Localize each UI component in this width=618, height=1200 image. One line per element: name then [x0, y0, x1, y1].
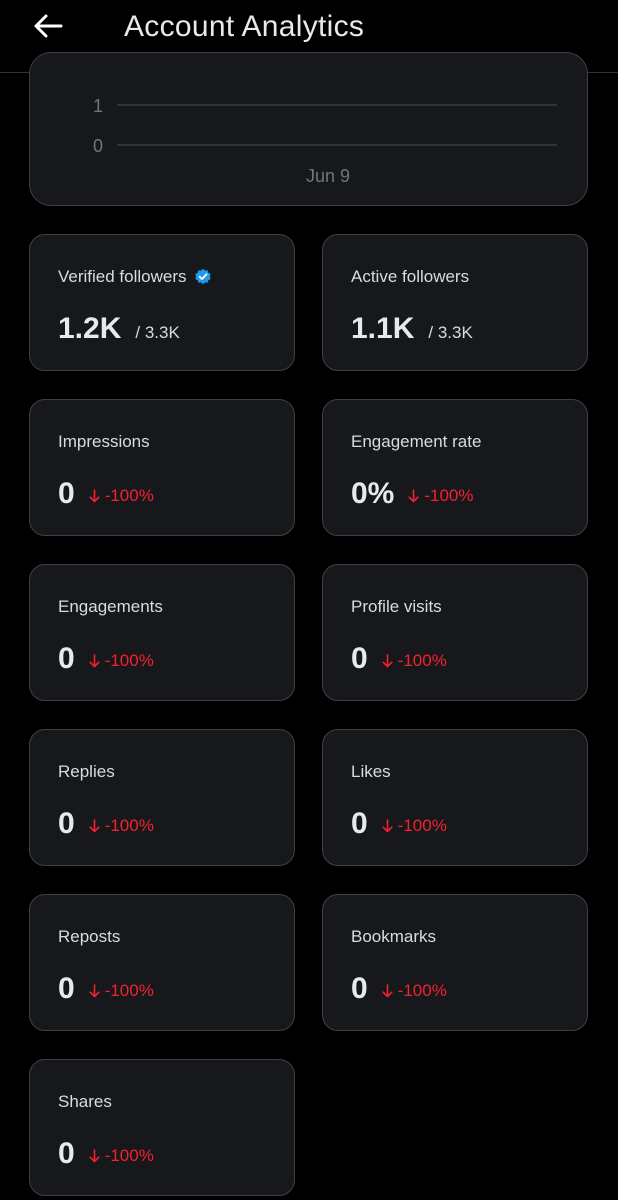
- metric-change: -100%: [89, 816, 154, 836]
- metric-change-value: -100%: [104, 1146, 154, 1165]
- metric-card-active-followers[interactable]: Active followers 1.1K / 3.3K: [322, 234, 588, 371]
- arrow-down-icon: [382, 819, 393, 833]
- x-tick-label: Jun 9: [306, 166, 350, 186]
- metric-card-engagement-rate[interactable]: Engagement rate 0% -100%: [322, 399, 588, 536]
- metric-change-value: -100%: [104, 981, 154, 1000]
- metric-value: 0: [58, 477, 75, 510]
- arrow-down-icon: [89, 654, 100, 668]
- metric-change: -100%: [408, 486, 474, 506]
- metric-value: 0: [58, 1137, 75, 1170]
- page-title: Account Analytics: [124, 10, 365, 43]
- metric-label: Shares: [58, 1092, 112, 1111]
- metric-change: -100%: [89, 486, 154, 506]
- metric-total: / 3.3K: [135, 323, 180, 342]
- metric-change-value: -100%: [104, 486, 154, 505]
- metric-label: Replies: [58, 762, 115, 781]
- metric-change-value: -100%: [397, 651, 447, 670]
- metric-card-shares[interactable]: Shares 0 -100%: [29, 1059, 295, 1196]
- arrow-down-icon: [89, 489, 100, 503]
- arrow-down-icon: [89, 1149, 100, 1163]
- y-tick-label: 1: [93, 96, 103, 116]
- metric-change-value: -100%: [424, 486, 474, 505]
- arrow-down-icon: [408, 489, 419, 503]
- metric-label: Profile visits: [351, 597, 442, 616]
- line-chart: 1 0 Jun 9: [93, 96, 557, 186]
- metric-value: 1.1K: [351, 312, 415, 345]
- metric-card-likes[interactable]: Likes 0 -100%: [322, 729, 588, 866]
- metric-change: -100%: [89, 1146, 154, 1166]
- metric-card-replies[interactable]: Replies 0 -100%: [29, 729, 295, 866]
- metric-card-profile-visits[interactable]: Profile visits 0 -100%: [322, 564, 588, 701]
- arrow-down-icon: [382, 654, 393, 668]
- metric-label: Active followers: [351, 267, 470, 286]
- arrow-down-icon: [89, 984, 100, 998]
- metric-value: 0: [351, 972, 368, 1005]
- metric-card-bookmarks[interactable]: Bookmarks 0 -100%: [322, 894, 588, 1031]
- metric-change: -100%: [89, 651, 154, 671]
- metric-change: -100%: [382, 816, 447, 836]
- y-tick-label: 0: [93, 136, 103, 156]
- verified-badge-icon: [194, 268, 211, 285]
- metric-value: 1.2K: [58, 312, 122, 345]
- metric-label: Likes: [351, 762, 391, 781]
- metric-card-reposts[interactable]: Reposts 0 -100%: [29, 894, 295, 1031]
- metric-total: / 3.3K: [428, 323, 473, 342]
- metric-value: 0: [351, 642, 368, 675]
- metric-value: 0: [58, 642, 75, 675]
- metric-label: Reposts: [58, 927, 121, 946]
- metric-value: 0: [58, 807, 75, 840]
- arrow-left-icon: [34, 14, 63, 38]
- metric-value: 0: [351, 807, 368, 840]
- metric-card-impressions[interactable]: Impressions 0 -100%: [29, 399, 295, 536]
- back-button[interactable]: [24, 6, 72, 46]
- metric-change-value: -100%: [104, 651, 154, 670]
- metric-change: -100%: [89, 981, 154, 1001]
- metric-change-value: -100%: [397, 816, 447, 835]
- arrow-down-icon: [89, 819, 100, 833]
- metric-change-value: -100%: [104, 816, 154, 835]
- metric-label: Engagement rate: [351, 432, 482, 451]
- metric-card-verified-followers[interactable]: Verified followers 1.2K / 3.3K: [29, 234, 295, 371]
- metric-label: Engagements: [58, 597, 163, 616]
- metric-change: -100%: [382, 981, 447, 1001]
- metric-label: Impressions: [58, 432, 150, 451]
- metric-label: Bookmarks: [351, 927, 437, 946]
- metric-change-value: -100%: [397, 981, 447, 1000]
- metric-value: 0: [58, 972, 75, 1005]
- metric-card-engagements[interactable]: Engagements 0 -100%: [29, 564, 295, 701]
- chart-card: 1 0 Jun 9: [29, 52, 588, 206]
- arrow-down-icon: [382, 984, 393, 998]
- metric-value: 0%: [351, 477, 395, 510]
- metric-label: Verified followers: [58, 267, 187, 286]
- metric-change: -100%: [382, 651, 447, 671]
